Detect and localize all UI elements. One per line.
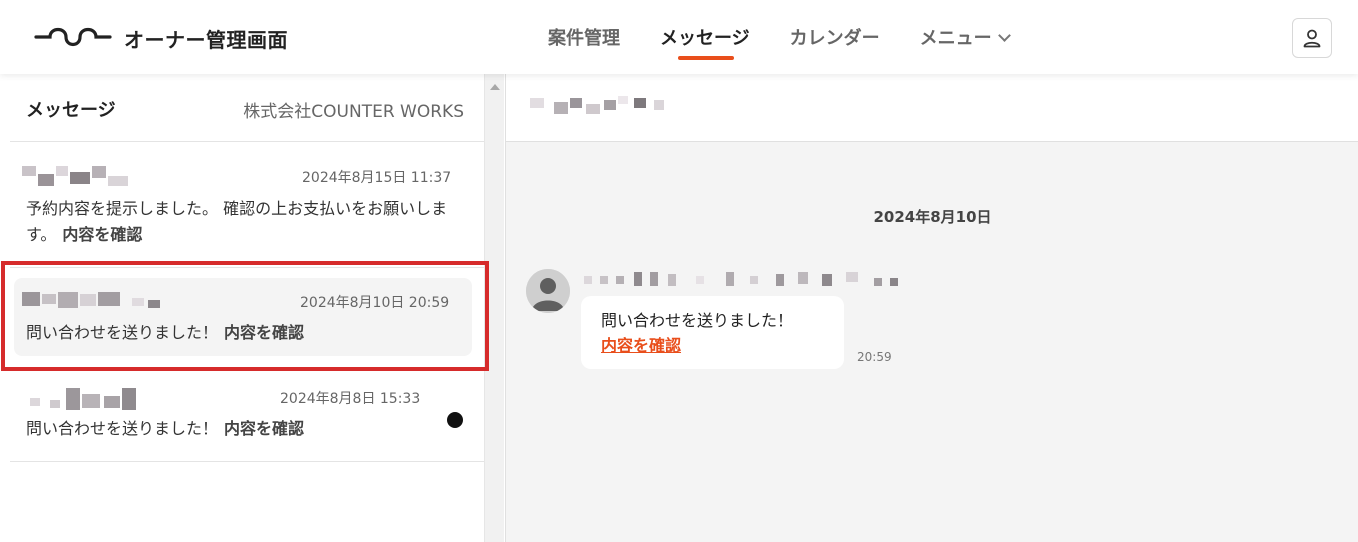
nav-item-projects[interactable]: 案件管理 — [548, 24, 620, 50]
conversation-panel: 2024年8月10日 問い合わせを送りました！ 内容を確認 20:59 — [505, 74, 1358, 542]
thread-message: 問い合わせを送りました！ — [26, 419, 219, 438]
conversation-header — [506, 74, 1358, 142]
thread-date: 2024年8月8日 15:33 — [280, 391, 421, 407]
scroll-up-arrow-icon[interactable] — [490, 84, 500, 90]
thread-link[interactable]: 内容を確認 — [62, 225, 142, 244]
sender-name-redacted — [584, 272, 904, 288]
message-time: 20:59 — [857, 350, 892, 364]
thread-item[interactable]: 2024年8月8日 15:33 問い合わせを送りました！ 内容を確認 — [10, 366, 484, 462]
nav-item-messages[interactable]: メッセージ — [660, 24, 750, 60]
message-text: 問い合わせを送りました！ — [601, 311, 794, 330]
default-user-icon — [526, 269, 570, 313]
company-name: 株式会社COUNTER WORKS — [243, 102, 464, 122]
nav-item-menu-label: メニュー — [919, 28, 992, 49]
thread-date: 2024年8月15日 11:37 — [302, 170, 452, 186]
nav-item-calendar[interactable]: カレンダー — [790, 24, 880, 50]
user-icon — [1303, 29, 1321, 48]
thread-link[interactable]: 内容を確認 — [224, 419, 304, 438]
thread-list-title: メッセージ — [26, 100, 116, 121]
brand-logo[interactable] — [34, 24, 112, 50]
thread-preview: 問い合わせを送りました！ 内容を確認 — [26, 416, 304, 442]
date-separator: 2024年8月10日 — [873, 208, 992, 226]
thread-list-header: メッセージ 株式会社COUNTER WORKS — [10, 74, 484, 142]
account-button[interactable] — [1292, 18, 1332, 58]
message-confirm-link[interactable]: 内容を確認 — [601, 333, 824, 358]
thread-item[interactable]: 2024年8月15日 11:37 予約内容を提示しました。 確認の上お支払いをお… — [10, 142, 484, 268]
selection-highlight-box — [1, 261, 489, 371]
top-header: オーナー管理画面 案件管理 メッセージ カレンダー メニュー — [0, 0, 1358, 74]
sender-name-redacted — [22, 162, 132, 190]
sender-avatar — [526, 269, 570, 313]
chevron-down-icon — [997, 29, 1011, 42]
sender-name-redacted — [22, 386, 152, 414]
unread-dot-icon — [447, 412, 463, 428]
main-nav: 案件管理 メッセージ カレンダー メニュー — [548, 24, 1049, 60]
conversation-partner-name-redacted — [530, 96, 670, 116]
nav-item-menu[interactable]: メニュー — [919, 24, 1011, 50]
message-bubble: 問い合わせを送りました！ 内容を確認 — [581, 296, 844, 369]
thread-preview: 予約内容を提示しました。 確認の上お支払いをお願いします。 内容を確認 — [26, 196, 470, 248]
app-title: オーナー管理画面 — [124, 28, 288, 52]
